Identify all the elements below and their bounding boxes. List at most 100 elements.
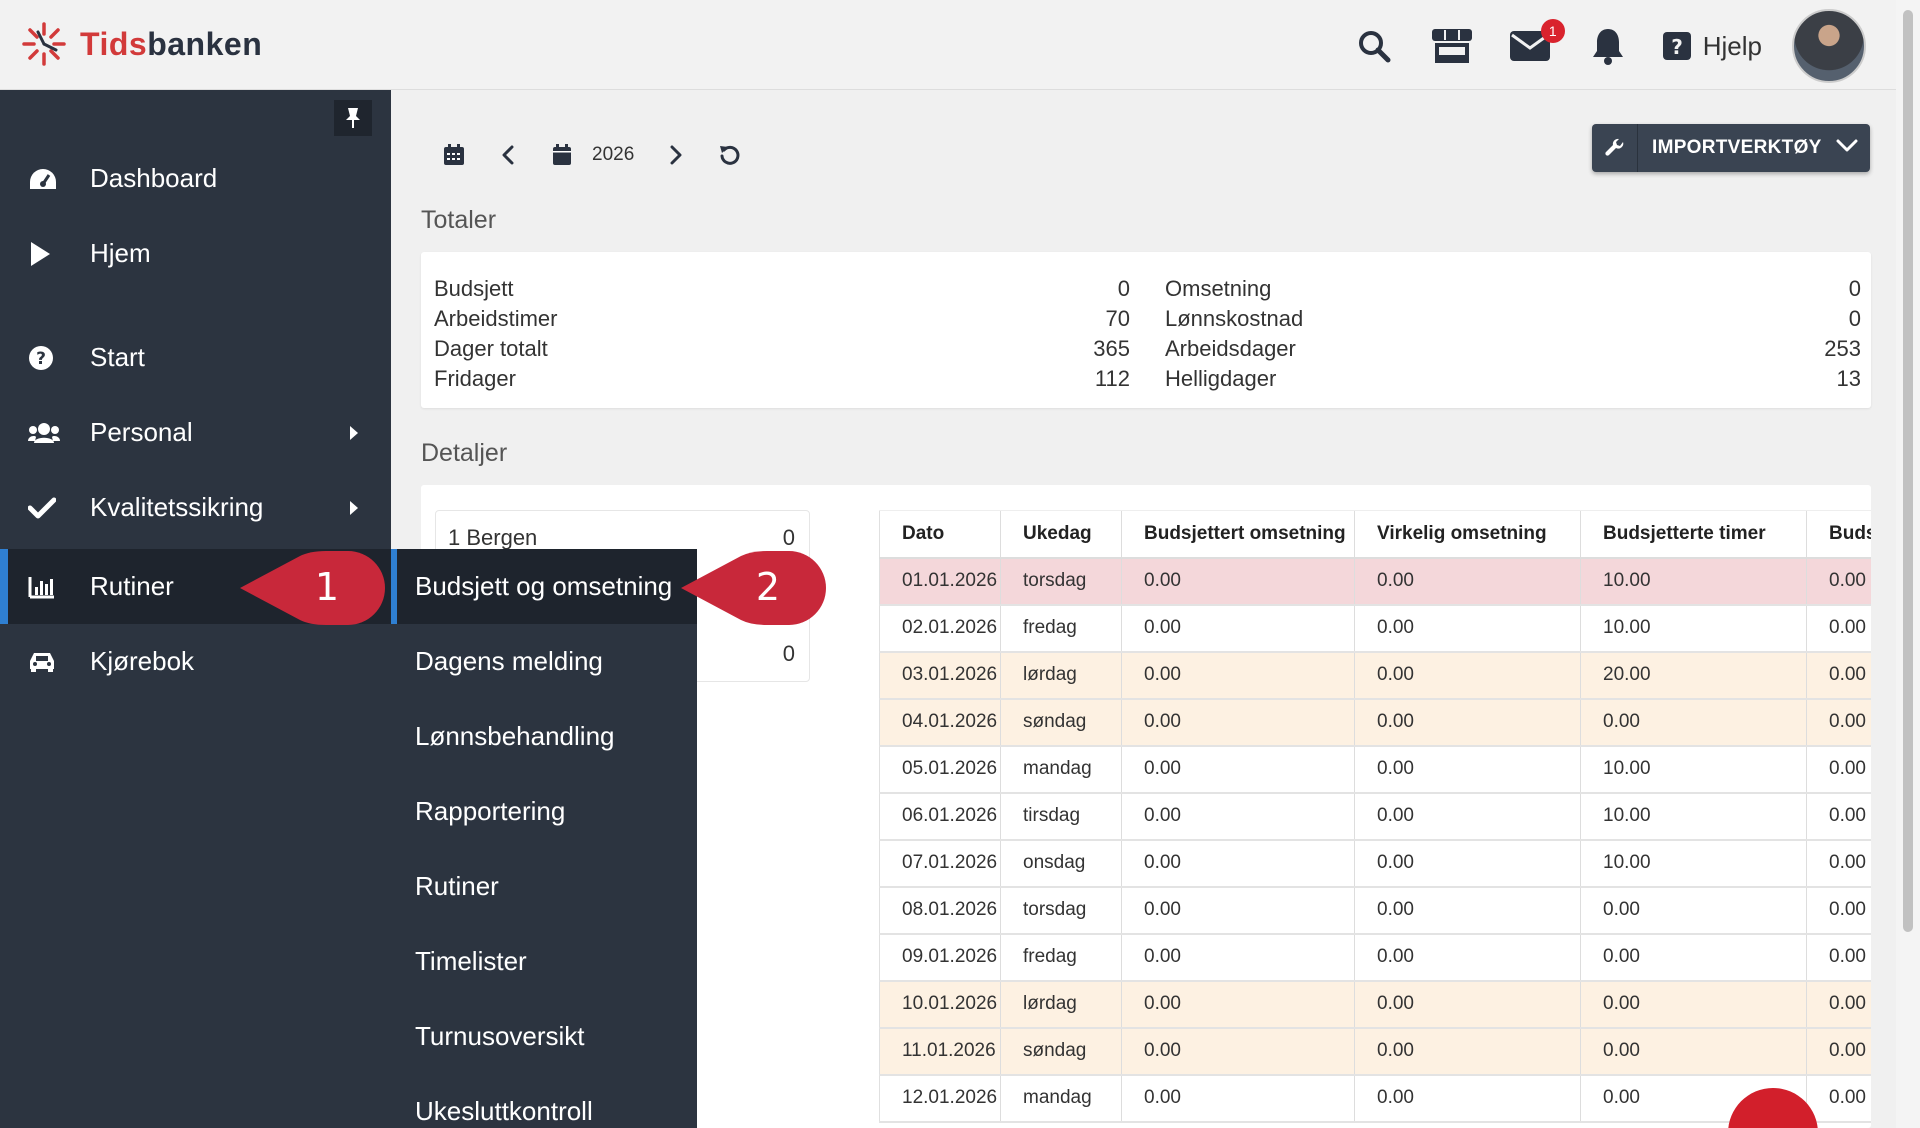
- column-header[interactable]: Dato: [879, 510, 1001, 559]
- store-icon[interactable]: [1427, 21, 1477, 71]
- totals-value: 112: [1094, 366, 1130, 391]
- column-header[interactable]: Budsjetterte timer: [1580, 510, 1807, 559]
- table-cell: 01.01.2026: [879, 557, 1001, 606]
- rutiner-submenu: Budsjett og omsetning Dagens melding Løn…: [391, 549, 697, 1128]
- table-cell: mandag: [1000, 745, 1122, 794]
- logo-icon: [22, 22, 66, 66]
- table-cell: 0.00: [1354, 1027, 1581, 1076]
- table-cell: 0.00: [1806, 933, 1871, 982]
- table-row[interactable]: 08.01.2026 torsdag 0.00 0.00 0.00 0.00: [879, 886, 1871, 935]
- avatar[interactable]: [1792, 9, 1866, 83]
- submenu-item-dagens-melding[interactable]: Dagens melding: [391, 624, 697, 699]
- submenu-item-rutiner[interactable]: Rutiner: [391, 849, 697, 924]
- chevron-right-icon[interactable]: [658, 137, 694, 173]
- submenu-item-budsjett[interactable]: Budsjett og omsetning: [391, 549, 697, 624]
- table-cell: 0.00: [1354, 698, 1581, 747]
- table-cell: 0.00: [1806, 980, 1871, 1029]
- totals-row: Arbeidsdager 253: [1165, 334, 1861, 364]
- location-second-value: 0: [782, 641, 795, 666]
- totals-label: Budsjett: [434, 276, 514, 301]
- totals-row: Fridager 112: [434, 364, 1130, 394]
- chevron-left-icon[interactable]: [490, 137, 526, 173]
- table-cell: 02.01.2026: [879, 604, 1001, 653]
- table-row[interactable]: 12.01.2026 mandag 0.00 0.00 0.00 0.00: [879, 1074, 1871, 1123]
- sidebar-item-kjorebok[interactable]: Kjørebok: [0, 624, 391, 699]
- table-cell: 08.01.2026: [879, 886, 1001, 935]
- table-row[interactable]: 03.01.2026 lørdag 0.00 0.00 20.00 0.00: [879, 651, 1871, 700]
- column-header[interactable]: Budsjettert omsetning: [1121, 510, 1355, 559]
- pin-icon[interactable]: [334, 100, 372, 136]
- table-row[interactable]: 05.01.2026 mandag 0.00 0.00 10.00 0.00: [879, 745, 1871, 794]
- submenu-item-timelister[interactable]: Timelister: [391, 924, 697, 999]
- table-cell: torsdag: [1000, 886, 1122, 935]
- import-tool-button[interactable]: IMPORTVERKTØY: [1592, 124, 1870, 172]
- table-cell: 0.00: [1121, 698, 1355, 747]
- table-row[interactable]: 02.01.2026 fredag 0.00 0.00 10.00 0.00: [879, 604, 1871, 653]
- sidebar-item-personal[interactable]: Personal: [0, 395, 391, 470]
- table-cell: fredag: [1000, 933, 1122, 982]
- table-row[interactable]: 07.01.2026 onsdag 0.00 0.00 10.00 0.00: [879, 839, 1871, 888]
- table-cell: 0.00: [1121, 745, 1355, 794]
- table-row[interactable]: 04.01.2026 søndag 0.00 0.00 0.00 0.00: [879, 698, 1871, 747]
- submenu-item-turnusoversikt[interactable]: Turnusoversikt: [391, 999, 697, 1074]
- table-cell: 0.00: [1806, 745, 1871, 794]
- brand-logo[interactable]: Tidsbanken: [20, 20, 262, 68]
- submenu-item-ukesluttkontroll[interactable]: Ukesluttkontroll: [391, 1074, 697, 1128]
- callout-marker-1: 1: [240, 551, 385, 625]
- details-title: Detaljer: [421, 439, 508, 467]
- table-cell: 05.01.2026: [879, 745, 1001, 794]
- sidebar-item-hjem[interactable]: Hjem: [0, 216, 391, 291]
- column-header[interactable]: Budsjetterte: [1806, 510, 1871, 559]
- help-button[interactable]: ? Hjelp: [1662, 31, 1762, 62]
- sidebar-item-label: Start: [90, 342, 145, 372]
- table-row[interactable]: 10.01.2026 lørdag 0.00 0.00 0.00 0.00: [879, 980, 1871, 1029]
- submenu-item-lonnsbehandling[interactable]: Lønnsbehandling: [391, 699, 697, 774]
- search-icon[interactable]: [1349, 21, 1399, 71]
- mail-badge: 1: [1540, 19, 1565, 43]
- table-cell: onsdag: [1000, 839, 1122, 888]
- totals-value: 70: [1105, 306, 1130, 331]
- details-table-wrapper[interactable]: Dato Ukedag Budsjettert omsetning Virkel…: [879, 510, 1871, 1128]
- callout-number-2: 2: [756, 565, 780, 609]
- table-cell: søndag: [1000, 1027, 1122, 1076]
- totals-label: Fridager: [434, 366, 516, 391]
- check-icon: [28, 497, 74, 519]
- brand-name-part1: Tids: [80, 25, 148, 62]
- table-row[interactable]: 11.01.2026 søndag 0.00 0.00 0.00 0.00: [879, 1027, 1871, 1076]
- sidebar-item-dashboard[interactable]: Dashboard: [0, 141, 391, 216]
- totals-label: Arbeidstimer: [434, 306, 558, 331]
- sidebar-item-start[interactable]: ? Start: [0, 320, 391, 395]
- table-cell: 0.00: [1580, 980, 1807, 1029]
- location-value: 0: [782, 525, 795, 550]
- table-cell: 0.00: [1121, 651, 1355, 700]
- calendar-grid-icon[interactable]: [436, 137, 472, 173]
- totals-row: Arbeidstimer 70: [434, 304, 1130, 334]
- table-row[interactable]: 01.01.2026 torsdag 0.00 0.00 10.00 0.00: [879, 557, 1871, 606]
- scrollbar-thumb[interactable]: [1903, 10, 1913, 932]
- column-header[interactable]: Virkelig omsetning: [1354, 510, 1581, 559]
- column-header[interactable]: Ukedag: [1000, 510, 1122, 559]
- table-cell: 11.01.2026: [879, 1027, 1001, 1076]
- table-cell: lørdag: [1000, 651, 1122, 700]
- table-cell: 10.00: [1580, 745, 1807, 794]
- reset-icon[interactable]: [712, 137, 748, 173]
- table-cell: 0.00: [1354, 886, 1581, 935]
- table-cell: 0.00: [1354, 557, 1581, 606]
- mail-icon[interactable]: 1: [1505, 19, 1565, 71]
- sidebar-item-kvalitetssikring[interactable]: Kvalitetssikring: [0, 470, 391, 545]
- table-cell: 0.00: [1354, 839, 1581, 888]
- bell-icon[interactable]: [1583, 21, 1633, 71]
- submenu-item-rapportering[interactable]: Rapportering: [391, 774, 697, 849]
- table-cell: tirsdag: [1000, 792, 1122, 841]
- table-cell: 04.01.2026: [879, 698, 1001, 747]
- location-row: 1 Bergen 0: [448, 525, 795, 551]
- page-scrollbar[interactable]: [1896, 0, 1920, 1128]
- totals-label: Dager totalt: [434, 336, 548, 361]
- year-label[interactable]: 2026: [592, 144, 634, 166]
- table-row[interactable]: 09.01.2026 fredag 0.00 0.00 0.00 0.00: [879, 933, 1871, 982]
- table-cell: 0.00: [1806, 839, 1871, 888]
- totals-label: Helligdager: [1165, 366, 1277, 391]
- calendar-icon[interactable]: [544, 137, 580, 173]
- users-icon: [28, 421, 74, 445]
- table-row[interactable]: 06.01.2026 tirsdag 0.00 0.00 10.00 0.00: [879, 792, 1871, 841]
